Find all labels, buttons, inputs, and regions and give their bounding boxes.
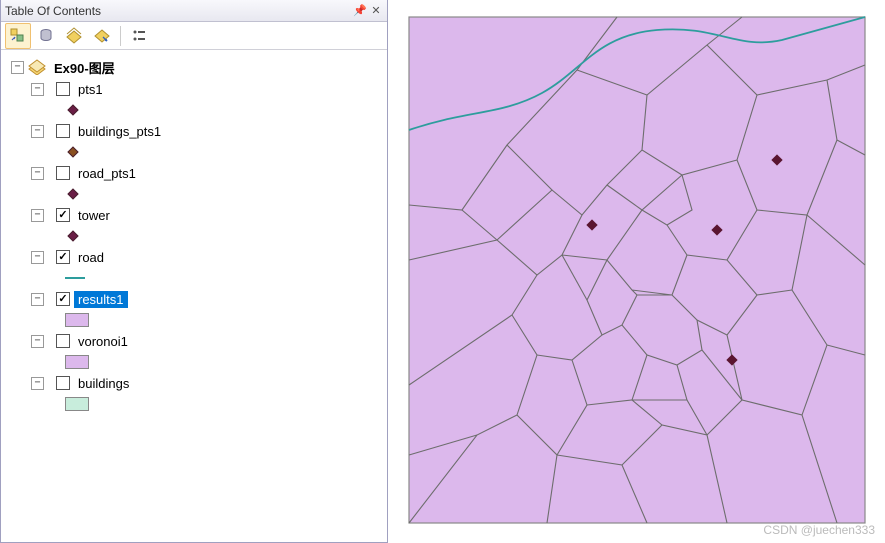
layer-checkbox[interactable] <box>56 166 70 180</box>
layer-buildings[interactable]: − buildings <box>5 372 383 394</box>
layer-checkbox[interactable] <box>56 376 70 390</box>
expand-icon[interactable]: − <box>31 209 44 222</box>
expand-icon[interactable]: − <box>31 167 44 180</box>
layer-label[interactable]: buildings <box>74 375 133 392</box>
layer-symbol <box>5 394 383 414</box>
list-by-visibility-button[interactable] <box>61 23 87 49</box>
map-canvas <box>407 15 867 525</box>
list-by-source-button[interactable] <box>33 23 59 49</box>
layer-road_pts1[interactable]: − road_pts1 <box>5 162 383 184</box>
layer-label[interactable]: pts1 <box>74 81 107 98</box>
layer-checkbox[interactable] <box>56 124 70 138</box>
layer-symbol <box>5 100 383 120</box>
watermark: CSDN @juechen333 <box>763 523 875 537</box>
root-node[interactable]: − Ex90-图层 <box>5 56 383 78</box>
expand-icon[interactable]: − <box>31 125 44 138</box>
layer-results1[interactable]: − results1 <box>5 288 383 310</box>
toc-panel: Table Of Contents 📌 ✕ − Ex9 <box>0 0 388 543</box>
close-icon[interactable]: ✕ <box>369 4 383 18</box>
layer-pts1[interactable]: − pts1 <box>5 78 383 100</box>
layer-label[interactable]: buildings_pts1 <box>74 123 165 140</box>
layer-symbol <box>5 352 383 372</box>
map-view[interactable] <box>388 0 885 543</box>
layer-label[interactable]: road_pts1 <box>74 165 140 182</box>
pin-icon[interactable]: 📌 <box>353 4 367 18</box>
expand-icon[interactable]: − <box>31 335 44 348</box>
layer-tree: − Ex90-图层 − pts1 − buildings_pts1 − road_pts1… <box>1 50 387 542</box>
layer-symbol <box>5 142 383 162</box>
expand-icon[interactable]: − <box>11 61 24 74</box>
layer-checkbox[interactable] <box>56 334 70 348</box>
expand-icon[interactable]: − <box>31 293 44 306</box>
root-label: Ex90-图层 <box>50 57 119 78</box>
layer-symbol <box>5 226 383 246</box>
layer-voronoi1[interactable]: − voronoi1 <box>5 330 383 352</box>
layer-checkbox[interactable] <box>56 250 70 264</box>
toc-header: Table Of Contents 📌 ✕ <box>1 0 387 22</box>
layer-label[interactable]: road <box>74 249 108 266</box>
layer-buildings_pts1[interactable]: − buildings_pts1 <box>5 120 383 142</box>
dataframe-icon <box>28 59 46 75</box>
layer-checkbox[interactable] <box>56 208 70 222</box>
list-by-selection-button[interactable] <box>89 23 115 49</box>
layer-road[interactable]: − road <box>5 246 383 268</box>
layer-tower[interactable]: − tower <box>5 204 383 226</box>
options-button[interactable] <box>126 23 152 49</box>
layer-symbol <box>5 268 383 288</box>
layer-symbol <box>5 310 383 330</box>
toolbar-separator <box>120 26 121 46</box>
expand-icon[interactable]: − <box>31 83 44 96</box>
layer-checkbox[interactable] <box>56 292 70 306</box>
expand-icon[interactable]: − <box>31 251 44 264</box>
list-by-drawing-order-button[interactable] <box>5 23 31 49</box>
layer-label[interactable]: tower <box>74 207 114 224</box>
toolbar <box>1 22 387 50</box>
layer-label[interactable]: voronoi1 <box>74 333 132 350</box>
toc-title: Table Of Contents <box>5 4 353 18</box>
expand-icon[interactable]: − <box>31 377 44 390</box>
layer-checkbox[interactable] <box>56 82 70 96</box>
layer-label[interactable]: results1 <box>74 291 128 308</box>
layer-symbol <box>5 184 383 204</box>
